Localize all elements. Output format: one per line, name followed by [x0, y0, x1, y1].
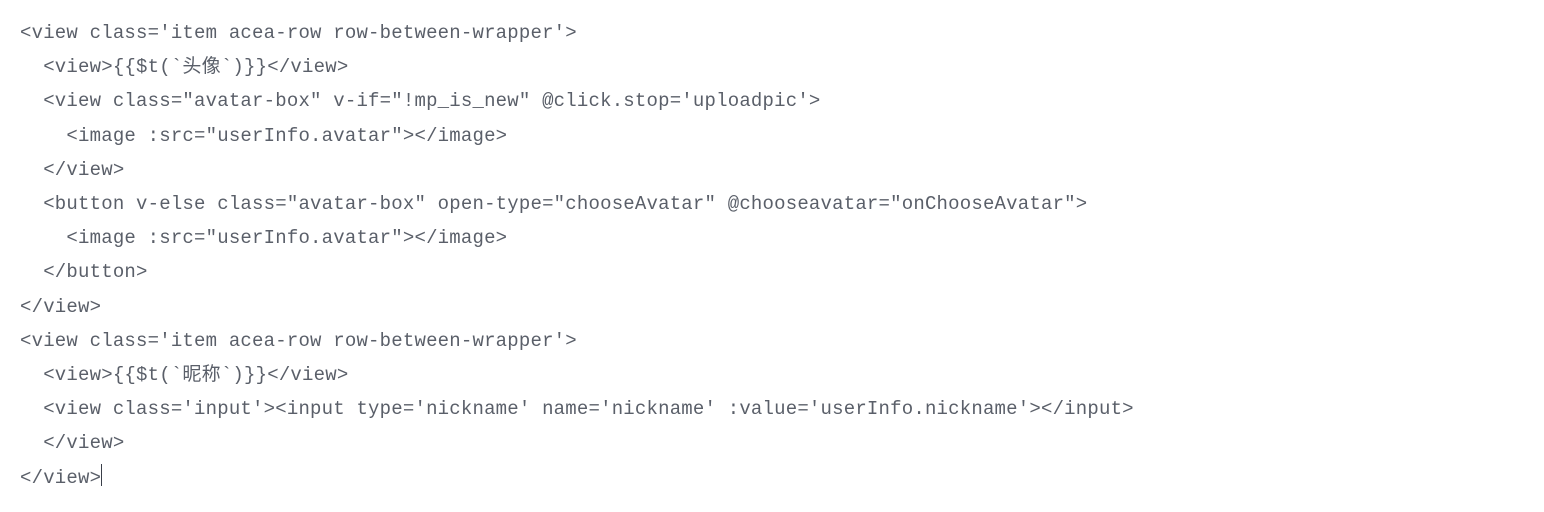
code-line: </view>: [20, 432, 124, 454]
code-line: <button v-else class="avatar-box" open-t…: [20, 193, 1087, 215]
code-line: </view>: [20, 296, 101, 318]
code-block[interactable]: <view class='item acea-row row-between-w…: [0, 0, 1544, 511]
code-line: <view class="avatar-box" v-if="!mp_is_ne…: [20, 90, 821, 112]
code-line: <view class='item acea-row row-between-w…: [20, 22, 577, 44]
text-cursor-icon: [101, 464, 102, 486]
code-line: <view>{{$t(`昵称`)}}</view>: [20, 364, 348, 386]
code-line: <image :src="userInfo.avatar"></image>: [20, 227, 507, 249]
code-line: </button>: [20, 261, 148, 283]
code-line: <view class='input'><input type='nicknam…: [20, 398, 1134, 420]
code-line: <view class='item acea-row row-between-w…: [20, 330, 577, 352]
code-line: <image :src="userInfo.avatar"></image>: [20, 125, 507, 147]
code-line: <view>{{$t(`头像`)}}</view>: [20, 56, 348, 78]
code-line: </view>: [20, 159, 124, 181]
code-line: </view>: [20, 467, 101, 489]
